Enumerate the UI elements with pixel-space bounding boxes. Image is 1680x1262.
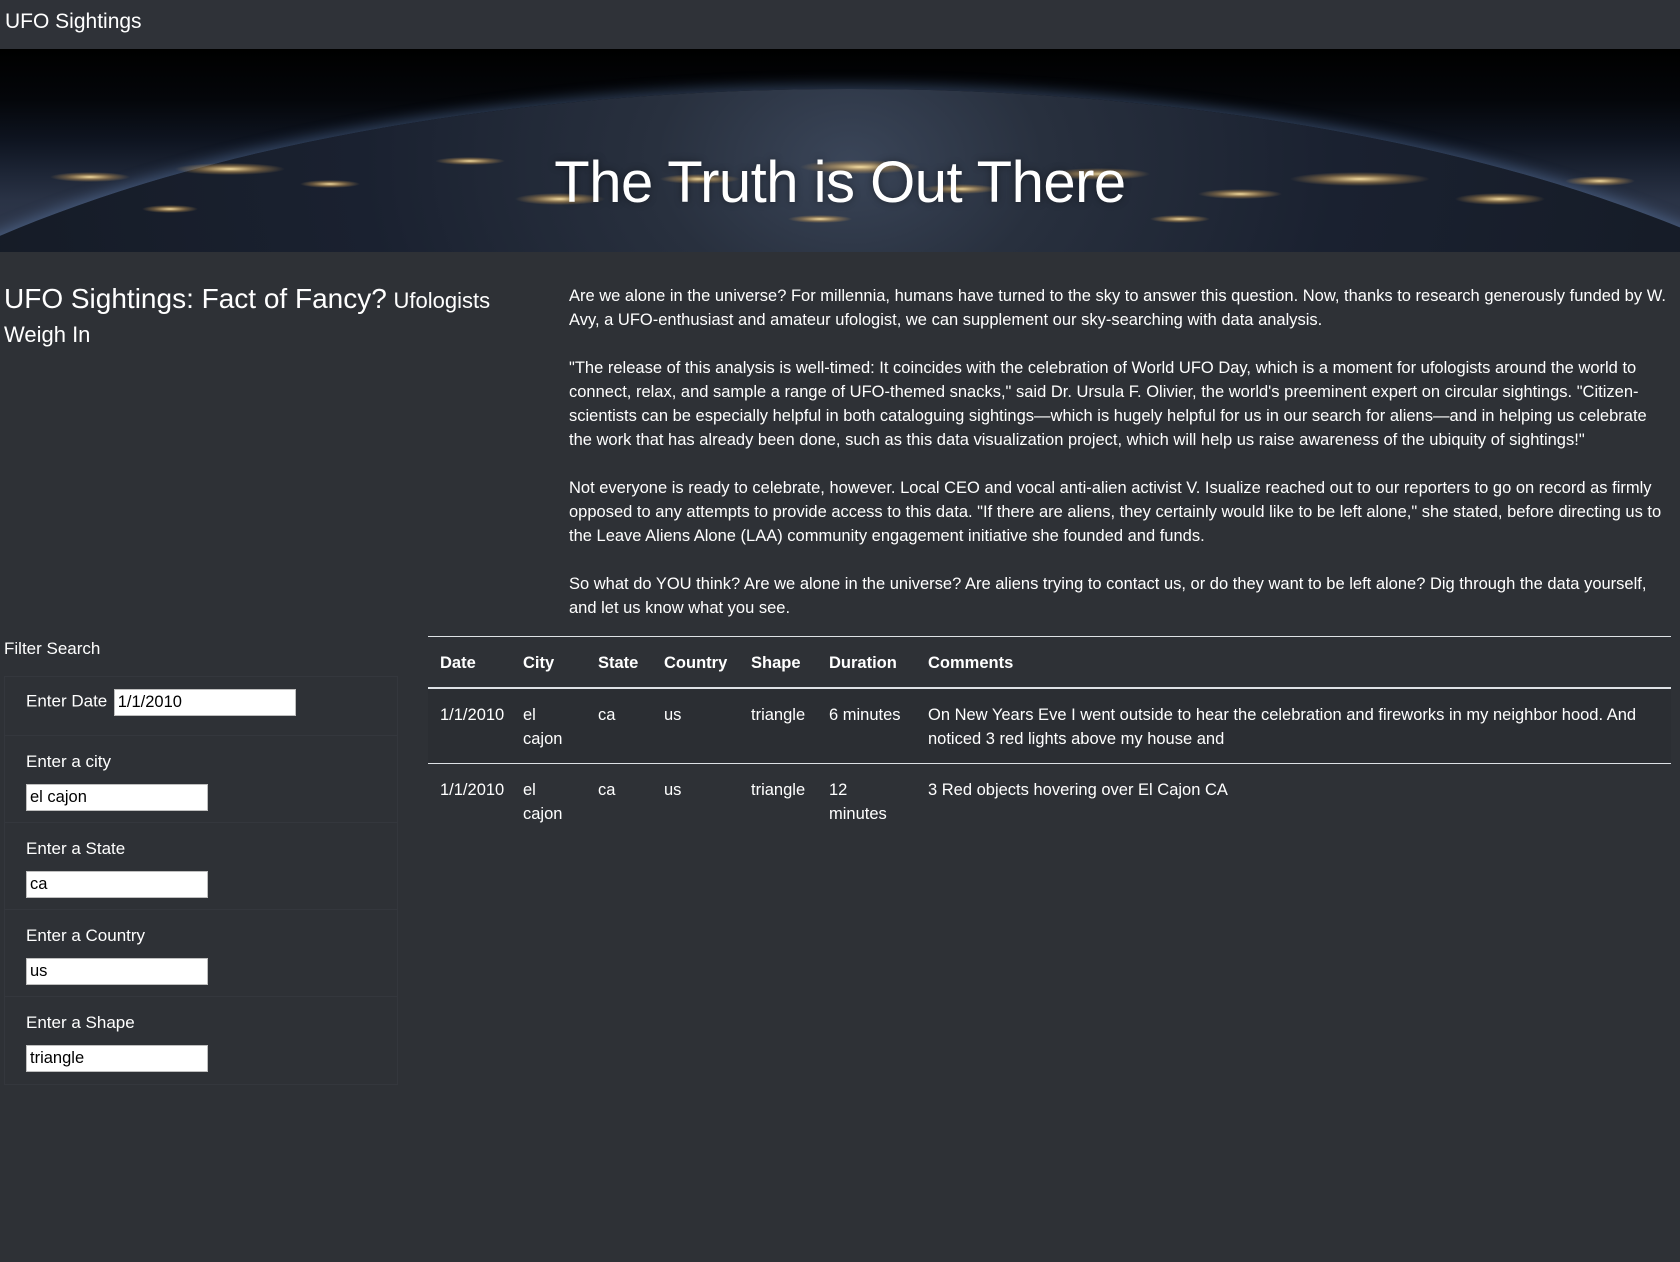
hero-title: The Truth is Out There (554, 149, 1126, 215)
article-paragraph: Are we alone in the universe? For millen… (569, 287, 1666, 329)
column-header-duration: Duration (817, 636, 916, 689)
cell-date: 1/1/2010 (428, 688, 511, 764)
cell-duration: 12 minutes (829, 781, 887, 823)
article-paragraph: So what do YOU think? Are we alone in th… (569, 575, 1647, 617)
cell-date: 1/1/2010 (440, 781, 505, 799)
column-header-shape: Shape (739, 636, 817, 689)
country-input[interactable] (26, 958, 208, 985)
table-header-row: Date City State Country Shape Duration C… (428, 636, 1671, 689)
article-headline: UFO Sightings: Fact of Fancy? Ufologists… (4, 282, 504, 352)
table-row: 1/1/2010 el cajon ca us triangle 12 minu… (428, 764, 1671, 839)
column-header-comments: Comments (916, 636, 1671, 689)
cell-comments: 3 Red objects hovering over El Cajon CA (928, 781, 1228, 799)
navbar-brand-link[interactable]: UFO Sightings (5, 0, 142, 43)
filter-city-item: Enter a city (5, 736, 397, 823)
filter-shape-item: Enter a Shape (5, 997, 397, 1084)
table-row: 1/1/2010 el cajon ca us triangle 6 minut… (428, 688, 1671, 764)
column-header-city: City (511, 636, 586, 689)
filter-state-label: Enter a State (26, 839, 126, 858)
cell-shape: triangle (739, 688, 817, 764)
headline-main: UFO Sightings: Fact of Fancy? (4, 283, 387, 314)
state-input[interactable] (26, 871, 208, 898)
filter-date-item: Enter Date (5, 677, 397, 736)
cell-country: us (664, 781, 682, 799)
column-header-country: Country (652, 636, 739, 689)
article-paragraph: Not everyone is ready to celebrate, howe… (569, 479, 1662, 545)
column-header-state: State (586, 636, 652, 689)
cell-duration: 6 minutes (817, 688, 916, 764)
filter-city-label: Enter a city (26, 752, 112, 771)
cell-state: ca (598, 781, 616, 799)
filter-state-item: Enter a State (5, 823, 397, 910)
filter-list: Enter Date Enter a city Enter a State En… (4, 676, 398, 1085)
filter-shape-label: Enter a Shape (26, 1013, 135, 1032)
date-input[interactable] (113, 689, 296, 716)
cell-state: ca (586, 688, 652, 764)
filter-date-label: Enter Date (26, 691, 108, 711)
sightings-table-container: Date City State Country Shape Duration C… (428, 636, 1671, 838)
cell-city: el cajon (511, 688, 586, 764)
sightings-table: Date City State Country Shape Duration C… (428, 636, 1671, 838)
column-header-date: Date (428, 636, 511, 689)
article-body: Are we alone in the universe? For millen… (569, 284, 1669, 644)
filter-search-title: Filter Search (4, 639, 101, 658)
shape-input[interactable] (26, 1045, 208, 1072)
cell-shape: triangle (751, 781, 806, 799)
cell-country: us (652, 688, 739, 764)
navbar: UFO Sightings (0, 0, 1680, 49)
article-paragraph: "The release of this analysis is well-ti… (569, 359, 1647, 449)
city-input[interactable] (26, 784, 208, 811)
cell-comments: On New Years Eve I went outside to hear … (916, 688, 1671, 764)
filter-country-label: Enter a Country (26, 926, 146, 945)
hero-banner: The Truth is Out There (0, 49, 1680, 252)
filter-country-item: Enter a Country (5, 910, 397, 997)
cell-city: el cajon (523, 781, 563, 823)
